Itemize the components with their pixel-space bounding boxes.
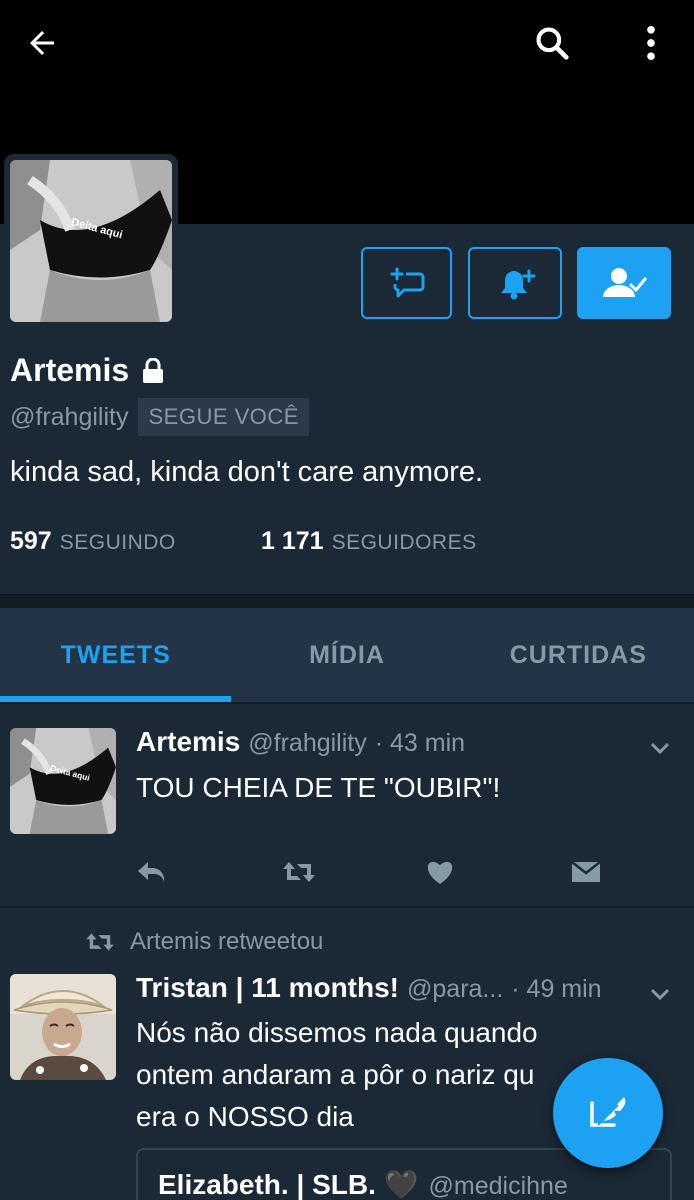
followers-stat[interactable]: 1 171 SEGUIDORES bbox=[261, 527, 477, 556]
tweet-timestamp: · 43 min bbox=[374, 729, 466, 757]
arrow-left-icon bbox=[30, 31, 54, 55]
profile-name-row: Artemis bbox=[10, 352, 165, 389]
following-label: SEGUINDO bbox=[59, 531, 176, 554]
tweet-author-name[interactable]: Tristan | 11 months! bbox=[136, 972, 399, 1004]
search-icon bbox=[536, 27, 569, 60]
tab-likes[interactable]: CURTIDAS bbox=[463, 608, 694, 702]
tweet-text: Nós não dissemos nada quando ontem andar… bbox=[136, 1012, 538, 1138]
followers-label: SEGUIDORES bbox=[331, 531, 477, 554]
notifications-button[interactable] bbox=[468, 247, 562, 319]
profile-tabs: TWEETS MÍDIA CURTIDAS bbox=[0, 608, 694, 702]
message-plus-icon bbox=[390, 267, 424, 298]
search-button[interactable] bbox=[527, 18, 577, 68]
compose-tweet-button[interactable] bbox=[553, 1058, 663, 1168]
profile-name: Artemis bbox=[10, 352, 130, 388]
like-button[interactable] bbox=[426, 854, 571, 890]
following-count: 597 bbox=[10, 527, 52, 555]
follows-you-badge: SEGUE VOCÊ bbox=[138, 398, 309, 436]
tweet-text-line: Nós não dissemos nada quando bbox=[136, 1017, 538, 1048]
direct-message-button[interactable] bbox=[571, 854, 694, 890]
following-button[interactable] bbox=[577, 247, 671, 319]
tweet-item[interactable]: Deita aqui Artemis @frahgility · 43 min … bbox=[0, 704, 694, 906]
section-divider bbox=[0, 594, 694, 608]
quoted-tweet-header: Elizabeth. | SLB. 🖤 @medicihne bbox=[158, 1168, 650, 1200]
tweet-avatar[interactable]: Deita aqui bbox=[10, 728, 116, 834]
quill-compose-icon bbox=[590, 1097, 626, 1127]
tweet-timestamp: · 49 min bbox=[511, 975, 602, 1003]
tweet-author-name[interactable]: Artemis bbox=[136, 726, 240, 758]
tweet-text-line: ontem andaram a pôr o nariz qu bbox=[136, 1059, 535, 1090]
send-message-button[interactable] bbox=[361, 247, 452, 319]
envelope-icon bbox=[571, 861, 601, 882]
following-stat[interactable]: 597 SEGUINDO bbox=[10, 527, 261, 556]
profile-handle-row: @frahgility SEGUE VOCÊ bbox=[10, 398, 309, 436]
retweet-icon bbox=[283, 862, 315, 882]
tab-media[interactable]: MÍDIA bbox=[231, 608, 462, 702]
tweet-header: Tristan | 11 months! @para... · 49 min bbox=[136, 972, 602, 1004]
followers-count: 1 171 bbox=[261, 527, 324, 555]
profile-handle: @frahgility bbox=[10, 402, 129, 431]
profile-avatar[interactable]: Deita aqui bbox=[4, 154, 178, 328]
retweet-button[interactable] bbox=[281, 854, 426, 890]
chevron-down-icon[interactable] bbox=[648, 982, 672, 1006]
lock-icon bbox=[143, 357, 164, 383]
back-button[interactable] bbox=[17, 18, 67, 68]
bell-plus-icon bbox=[501, 269, 536, 300]
tweet-text: TOU CHEIA DE TE "OUBIR"! bbox=[136, 772, 501, 803]
avatar-image: Deita aqui bbox=[10, 160, 172, 322]
tweet-actions bbox=[136, 854, 694, 890]
heart-icon bbox=[427, 861, 453, 884]
more-vertical-icon bbox=[647, 25, 655, 61]
chevron-down-icon[interactable] bbox=[648, 736, 672, 760]
tab-tweets[interactable]: TWEETS bbox=[0, 608, 232, 702]
reply-button[interactable] bbox=[136, 854, 281, 890]
quoted-author-name: Elizabeth. | SLB. 🖤 bbox=[158, 1169, 419, 1200]
more-options-button[interactable] bbox=[626, 18, 676, 68]
tweet-header: Artemis @frahgility · 43 min bbox=[136, 726, 465, 758]
tweet-avatar[interactable] bbox=[10, 974, 116, 1080]
user-check-icon bbox=[603, 268, 647, 297]
quoted-author-handle: @medicihne bbox=[428, 1172, 568, 1200]
profile-stats: 597 SEGUINDO 1 171 SEGUIDORES bbox=[10, 527, 477, 556]
tweet-author-handle: @frahgility bbox=[248, 729, 367, 757]
profile-bio: kinda sad, kinda don't care anymore. bbox=[10, 456, 484, 488]
tweet-author-handle: @para... bbox=[407, 975, 504, 1003]
tweet-text-line: era o NOSSO dia bbox=[136, 1101, 354, 1132]
reply-icon bbox=[138, 862, 165, 882]
